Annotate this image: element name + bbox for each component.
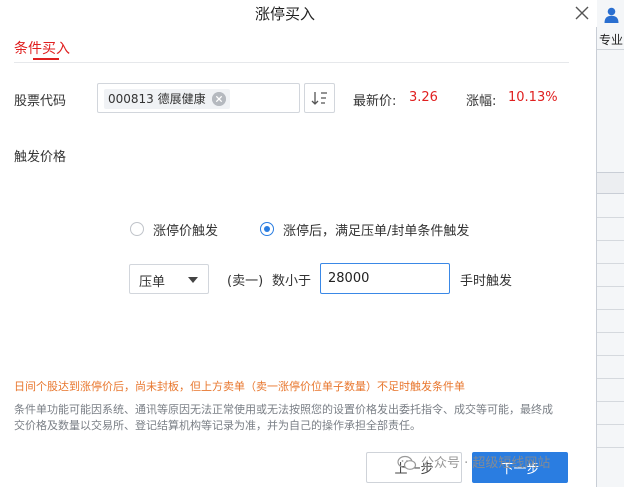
user-icon — [604, 7, 619, 23]
grid-line — [597, 332, 624, 333]
change-value: 10.13% — [508, 90, 558, 105]
clear-icon[interactable] — [211, 92, 226, 106]
quantity-input[interactable] — [320, 263, 450, 294]
warning-text: 日间个股达到涨停价后，尚未封板，但上方卖单（卖一涨停价位单子数量）不足时触发条件… — [14, 380, 465, 393]
latest-price-label: 最新价: — [353, 94, 397, 109]
radio-queue-condition-trigger[interactable] — [260, 222, 274, 236]
dialog-title: 涨停买入 — [254, 5, 315, 23]
stock-code-label: 股票代码 — [14, 94, 67, 109]
grid-line — [597, 424, 624, 425]
grid-line — [597, 309, 624, 310]
trigger-price-label: 触发价格 — [14, 150, 67, 165]
sort-icon — [311, 92, 327, 105]
less-than-label: 数小于 — [272, 274, 312, 289]
background-panel: 专业 — [596, 0, 624, 487]
sell-one-label: (卖一) — [227, 274, 264, 289]
grid-line — [597, 240, 624, 241]
sort-button[interactable] — [304, 83, 335, 113]
grid-line — [597, 263, 624, 264]
user-profile[interactable]: 专业 — [597, 0, 624, 50]
limit-up-buy-dialog: 涨停买入 条件买入 股票代码 000813 德展健康 最新价: 3.26 涨幅:… — [0, 0, 597, 487]
stock-chip: 000813 德展健康 — [104, 89, 230, 109]
tab-active-indicator — [33, 58, 59, 60]
grid-line — [597, 447, 624, 448]
title-bar: 涨停买入 — [0, 0, 597, 27]
grid-line — [597, 286, 624, 287]
grid-header — [597, 172, 624, 194]
grid-line — [597, 401, 624, 402]
grid-line — [597, 378, 624, 379]
stock-chip-text: 000813 德展健康 — [108, 92, 206, 106]
change-label: 涨幅: — [466, 94, 497, 109]
stock-code-field[interactable]: 000813 德展健康 — [97, 83, 300, 113]
lots-trigger-label: 手时触发 — [460, 274, 513, 289]
chevron-down-icon — [188, 277, 198, 283]
divider — [14, 62, 569, 63]
user-label: 专业 — [599, 33, 624, 47]
latest-price-value: 3.26 — [409, 90, 438, 105]
grid-line — [597, 217, 624, 218]
disclaimer-text: 条件单功能可能因系统、通讯等原因无法正常使用或无法按照您的设置价格发出委托指令、… — [14, 403, 553, 432]
radio-limit-price-trigger[interactable] — [130, 222, 144, 236]
grid-line — [597, 355, 624, 356]
radio-limit-price-label[interactable]: 涨停价触发 — [153, 220, 218, 239]
next-step-button[interactable]: 下一步 — [472, 452, 568, 483]
previous-step-button[interactable]: 上一步 — [366, 452, 462, 483]
order-type-select[interactable]: 压单 — [129, 264, 209, 294]
close-icon[interactable] — [572, 3, 592, 23]
order-type-value: 压单 — [139, 275, 166, 290]
tab-conditional-buy[interactable]: 条件买入 — [14, 38, 70, 58]
radio-queue-condition-label[interactable]: 涨停后，满足压单/封单条件触发 — [283, 220, 469, 239]
